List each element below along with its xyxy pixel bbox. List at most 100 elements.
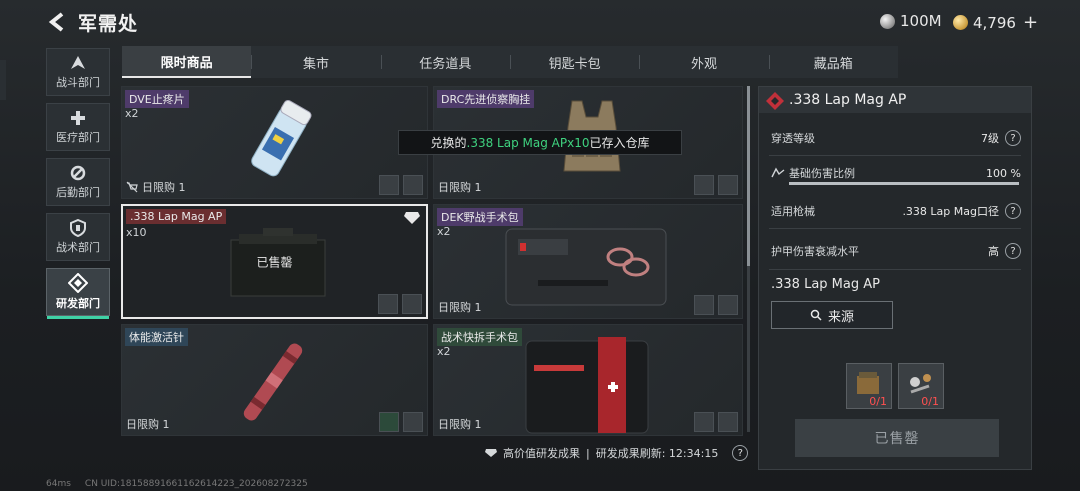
detail-panel: .338 Lap Mag AP 穿透等级 7级 ? 基础伤害比例 100 % 适… — [758, 86, 1032, 470]
item-card-painkiller[interactable]: DVE止疼片 x2 日限购 1 — [121, 86, 428, 199]
tab-appearance[interactable]: 外观 — [639, 46, 768, 78]
dept-tactical[interactable]: 战术部门 — [46, 213, 110, 261]
combat-icon — [71, 56, 85, 69]
detail-header: .338 Lap Mag AP — [759, 87, 1031, 113]
category-icon — [718, 295, 738, 315]
divider — [769, 228, 1021, 229]
stat-value: 高 — [988, 245, 999, 258]
item-scrollbar[interactable] — [747, 86, 750, 432]
stat-value: .338 Lap Mag口径 — [902, 205, 999, 218]
item-name: 体能激活针 — [125, 328, 188, 346]
dept-research[interactable]: 研发部门 — [46, 268, 110, 319]
category-icon — [378, 294, 398, 314]
add-currency-button[interactable]: + — [1023, 12, 1038, 33]
tag-icons — [379, 175, 423, 195]
item-quantity: x2 — [125, 107, 139, 120]
damage-icon — [771, 167, 785, 178]
item-card-field-surgical-kit[interactable]: DEK野战手术包 x2 日限购 1 — [433, 204, 743, 319]
purchase-limit-text: 日限购 1 — [438, 181, 482, 194]
purchase-limit: 日限购 1 — [438, 299, 482, 315]
stat-label: 基础伤害比例 — [789, 167, 855, 180]
item-name: 战术快拆手术包 — [437, 328, 522, 346]
purchase-limit-text: 日限购 1 — [438, 418, 482, 431]
exchange-toast: 兑换的 .338 Lap Mag APx10 已存入仓库 — [398, 130, 682, 155]
material-slot[interactable]: 0/1 — [846, 363, 892, 409]
tag-icons — [694, 175, 738, 195]
tag-icons — [694, 295, 738, 315]
surgical-kit-icon — [505, 228, 667, 306]
stat-damage-ratio: 基础伤害比例 100 % — [771, 163, 1021, 183]
user-uid: CN UID:18158891661162614223_202608272325 — [84, 479, 308, 489]
tab-limited-goods[interactable]: 限时商品 — [122, 46, 252, 78]
help-icon[interactable]: ? — [1005, 130, 1021, 146]
purchase-limit-text: 日限购 1 — [126, 418, 170, 431]
help-icon[interactable]: ? — [1005, 203, 1021, 219]
ping-indicator: 64ms — [46, 479, 71, 489]
source-button[interactable]: 来源 — [771, 301, 893, 329]
category-icon — [694, 412, 714, 432]
stat-value: 7级 — [981, 132, 999, 145]
footer-separator: | — [586, 446, 590, 460]
back-button[interactable] — [44, 10, 70, 34]
source-label: 来源 — [827, 309, 854, 325]
category-icon — [718, 412, 738, 432]
tag-icons — [694, 412, 738, 432]
stat-value: 100 % — [986, 166, 1021, 180]
sold-out-button[interactable]: 已售罄 — [795, 419, 999, 457]
currency-gold-amount: 4,796 — [973, 13, 1016, 32]
item-card-tactical-quick-kit[interactable]: 战术快拆手术包 x2 日限购 1 — [433, 324, 743, 436]
shield-icon — [70, 219, 86, 237]
category-icon — [379, 175, 399, 195]
tab-keycard-pack[interactable]: 钥匙卡包 — [509, 46, 639, 78]
item-card-338-lap-mag-ap[interactable]: .338 Lap Mag AP x10 已售罄 — [121, 204, 428, 319]
tab-collection-box[interactable]: 藏品箱 — [768, 46, 898, 78]
research-icon — [68, 273, 88, 293]
category-icon — [403, 175, 423, 195]
material-slot[interactable]: 0/1 — [898, 363, 944, 409]
stat-compatible-weapon: 适用枪械 .338 Lap Mag口径 ? — [771, 201, 1021, 221]
dept-combat[interactable]: 战斗部门 — [46, 48, 110, 96]
toast-highlight: .338 Lap Mag APx10 — [466, 135, 590, 150]
dept-label: 研发部门 — [56, 297, 100, 310]
sold-out-label: 已售罄 — [256, 255, 293, 269]
stat-armor-damage-falloff: 护甲伤害衰减水平 高 ? — [771, 241, 1021, 261]
currency-gold[interactable]: 4,796 + — [953, 12, 1038, 33]
logistics-icon — [70, 165, 86, 181]
detail-item-name: .338 Lap Mag AP — [771, 277, 880, 292]
dept-logistics[interactable]: 后勤部门 — [46, 158, 110, 206]
detail-title: .338 Lap Mag AP — [789, 92, 907, 108]
stat-label: 护甲伤害衰减水平 — [771, 245, 859, 258]
item-name: DRC先进侦察胸挂 — [437, 90, 535, 108]
category-tabs: 限时商品 集市 任务道具 钥匙卡包 外观 藏品箱 — [122, 46, 898, 78]
tab-market[interactable]: 集市 — [251, 46, 380, 78]
scrollbar-thumb[interactable] — [747, 86, 750, 266]
category-icon — [403, 412, 423, 432]
toast-suffix: 已存入仓库 — [589, 136, 650, 150]
toast-prefix: 兑换的 — [430, 136, 467, 150]
help-icon[interactable]: ? — [732, 445, 749, 461]
status-bar: 64ms CN UID:18158891661162614223_2026082… — [46, 479, 308, 489]
item-quantity: x10 — [126, 226, 147, 239]
tab-quest-items[interactable]: 任务道具 — [380, 46, 510, 78]
help-icon[interactable]: ? — [1005, 243, 1021, 259]
stat-label: 适用枪械 — [771, 205, 815, 218]
tag-icons — [378, 294, 422, 314]
stat-penetration: 穿透等级 7级 ? — [771, 128, 1021, 148]
item-quantity: x2 — [437, 225, 451, 238]
dept-label: 战斗部门 — [56, 76, 100, 89]
diamond-icon — [485, 449, 497, 457]
category-icon — [379, 412, 399, 432]
category-icon — [694, 175, 714, 195]
edge-decoration — [0, 60, 6, 100]
item-name: DVE止疼片 — [125, 90, 189, 108]
gold-coin-icon — [953, 15, 968, 30]
first-aid-kit-icon — [525, 337, 649, 434]
stat-label: 穿透等级 — [771, 132, 815, 145]
item-card-stamina-injector[interactable]: 体能激活针 日限购 1 — [121, 324, 428, 436]
dept-medical[interactable]: 医疗部门 — [46, 103, 110, 151]
medical-cross-icon — [71, 111, 85, 125]
back-arrow-icon — [48, 12, 64, 32]
painkiller-bottle-icon — [251, 99, 312, 177]
currency-silver-amount: 100M — [900, 12, 942, 30]
page-title: 军需处 — [78, 13, 139, 35]
